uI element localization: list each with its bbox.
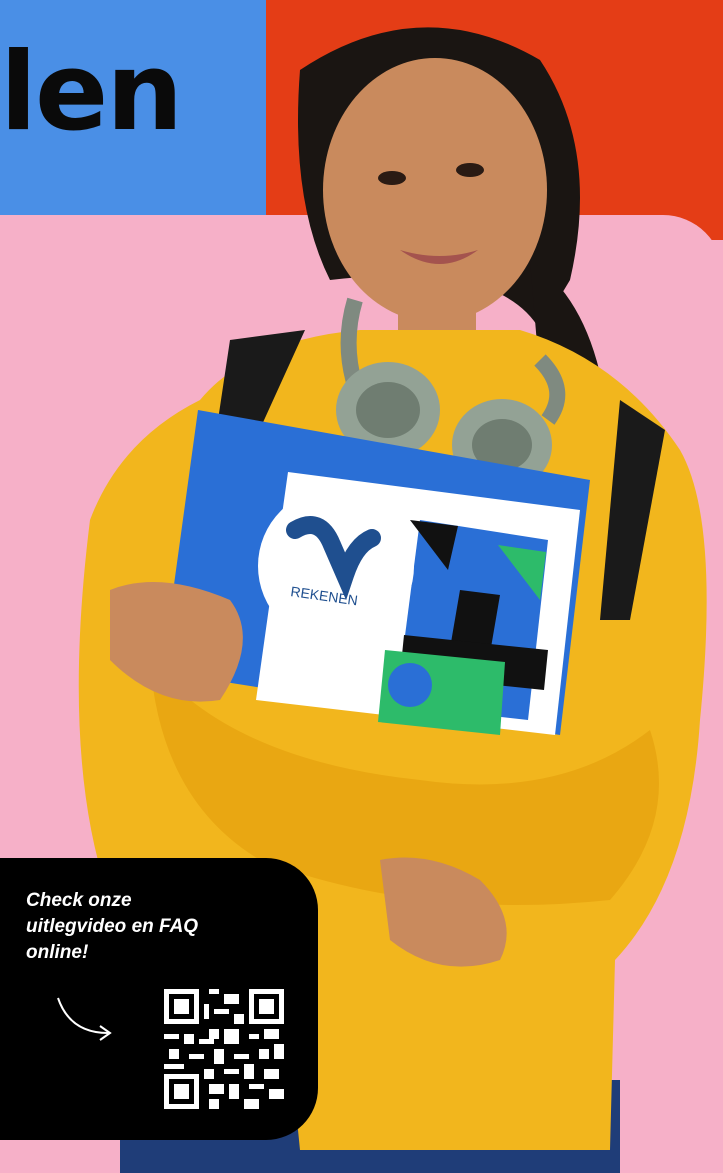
info-card: Check onze uitlegvideo en FAQ online! [0,858,318,1140]
cta-text: Check onze uitlegvideo en FAQ online! [26,890,199,963]
curved-arrow-icon [57,997,112,1041]
qr-code-icon[interactable] [164,988,284,1110]
